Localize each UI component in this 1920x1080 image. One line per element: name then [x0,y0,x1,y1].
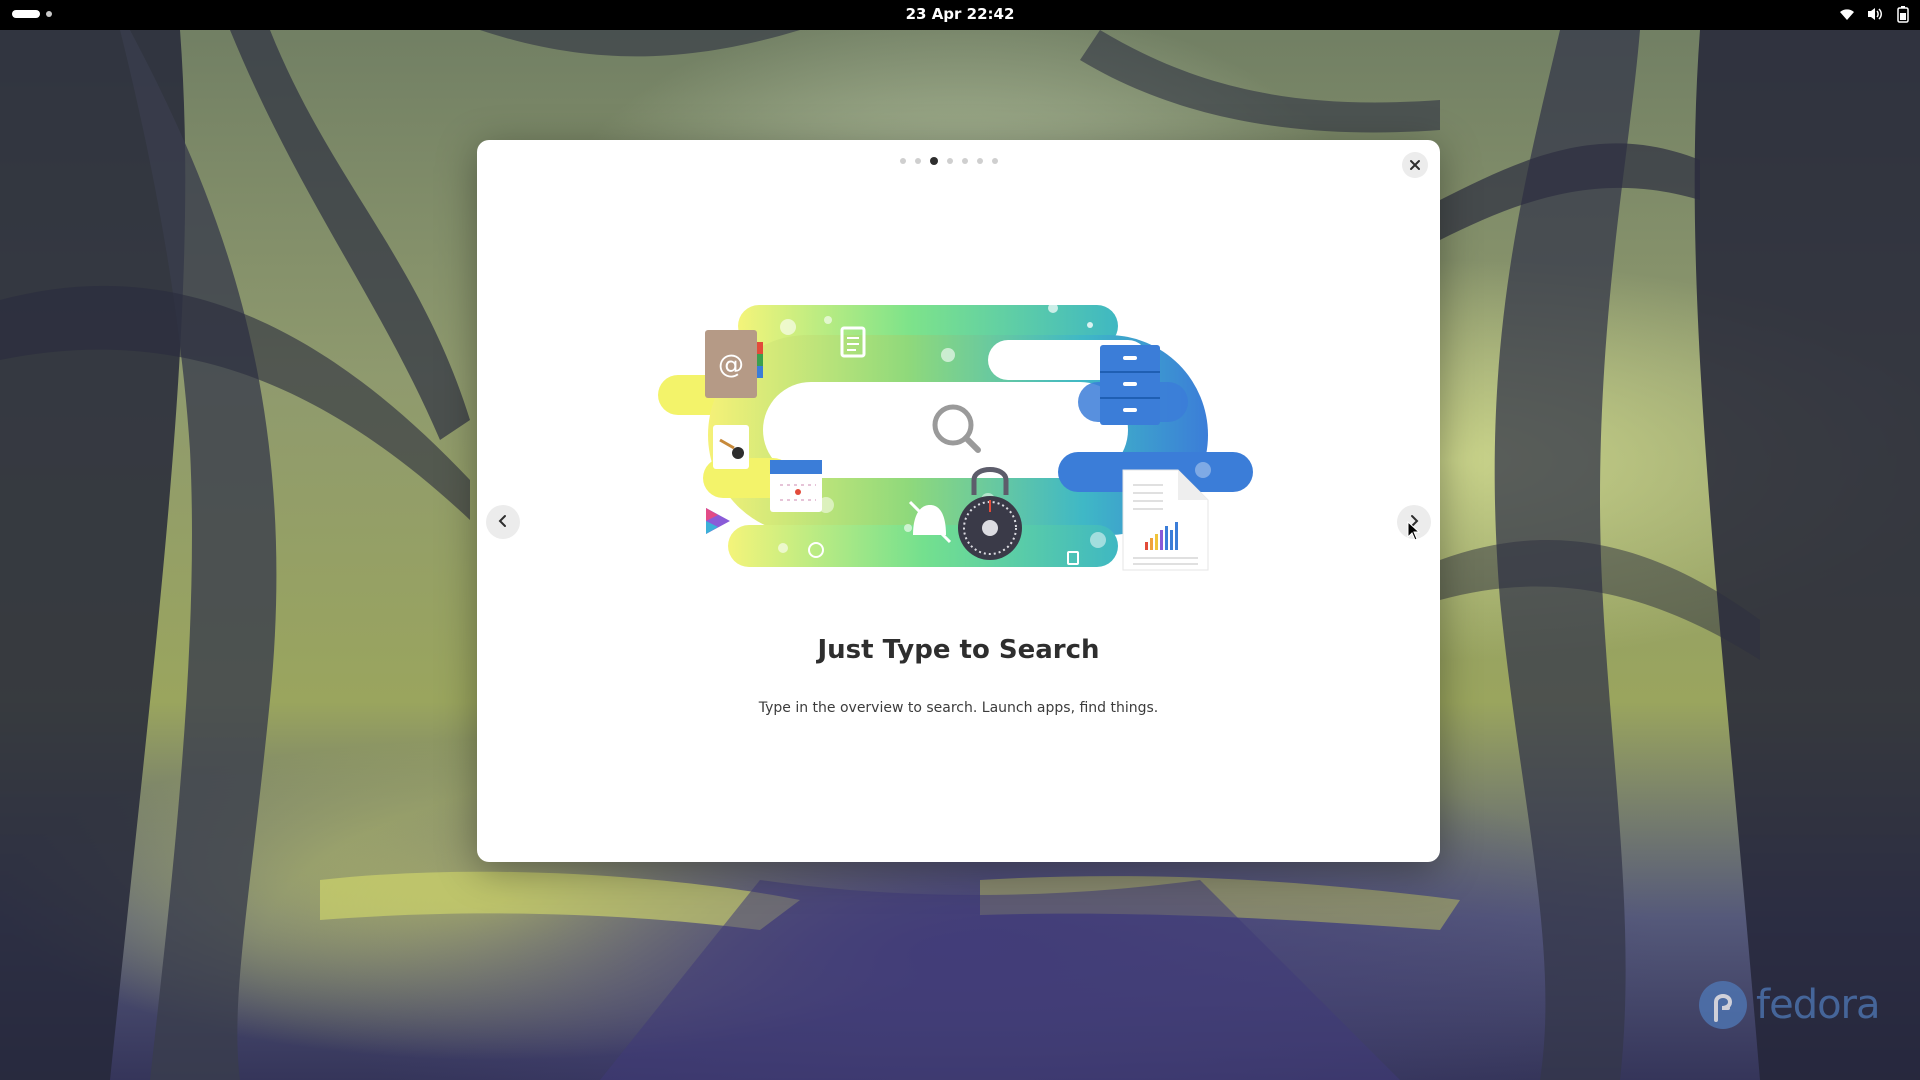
workspace-active-indicator[interactable] [12,10,40,18]
page-dot-active[interactable] [929,157,938,165]
page-dot[interactable] [961,158,968,164]
paint-icon [713,425,749,469]
page-indicator [467,157,1430,165]
top-bar: 23 Apr 22:42 [0,0,1920,30]
battery-icon[interactable] [1894,5,1912,23]
welcome-tour-dialog: @ Just Type to Search Type in the overvi… [477,140,1440,862]
page-dot[interactable] [946,158,953,164]
mouse-cursor-icon [1407,520,1421,541]
page-dot[interactable] [976,158,983,164]
close-icon [1409,156,1421,175]
page-dot[interactable] [899,158,906,164]
tour-page-title: Just Type to Search [817,635,1100,665]
files-icon [1100,345,1160,425]
fedora-logo-icon [1699,981,1747,1029]
previous-page-button[interactable] [486,505,520,539]
tour-page-description: Type in the overview to search. Launch a… [758,700,1159,716]
page-dot[interactable] [991,158,998,164]
activities-indicator[interactable] [12,10,52,18]
wifi-icon[interactable] [1838,5,1856,23]
video-icon [706,508,730,534]
volume-icon[interactable] [1866,5,1884,23]
search-illustration: @ [658,290,1258,600]
clock[interactable]: 23 Apr 22:42 [810,0,1110,30]
close-button[interactable] [1402,152,1428,178]
system-tray[interactable] [1838,5,1912,23]
workspace-indicator[interactable] [46,11,52,17]
calendar-icon [770,460,822,512]
chevron-left-icon [496,513,510,532]
fedora-logo-text: fedora [1756,982,1881,1028]
contacts-icon: @ [705,330,763,398]
fedora-logo: fedora [1698,980,1881,1030]
page-dot[interactable] [914,158,921,164]
svg-text:@: @ [718,350,744,380]
